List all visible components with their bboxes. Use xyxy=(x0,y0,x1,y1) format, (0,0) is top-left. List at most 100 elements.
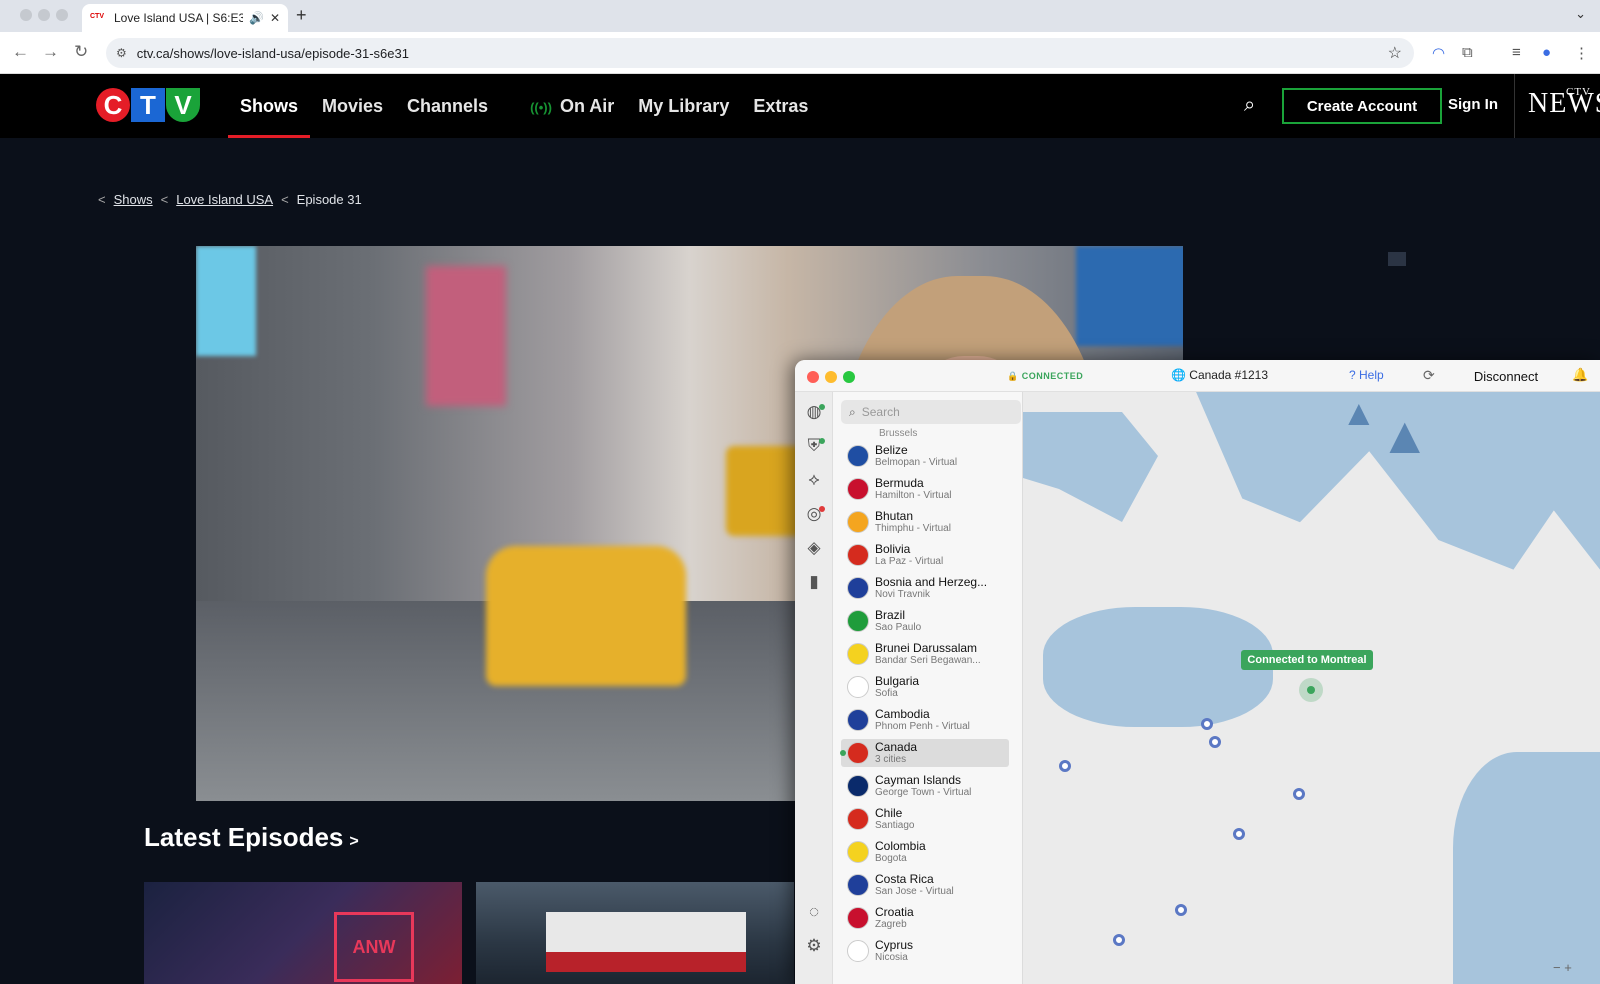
help-link[interactable]: ? Help xyxy=(1349,368,1384,382)
server-location-dot[interactable] xyxy=(1175,904,1187,916)
ctv-news-logo[interactable]: CTVNEWS xyxy=(1528,86,1600,120)
country-item[interactable]: Bulgaria Sofia xyxy=(841,673,1009,701)
country-text: Cyprus Nicosia xyxy=(875,938,913,964)
breadcrumb-shows[interactable]: Shows xyxy=(114,192,153,207)
vpn-sidebar-rail: ◍ ⛨ ⟡ ◎ ◈ ▮ ◌ ⚙ xyxy=(795,392,833,984)
world-map[interactable]: ▲ ▲ Connected to Montreal − + xyxy=(1023,392,1600,984)
window-minimize-button[interactable] xyxy=(38,9,50,21)
window-zoom-button[interactable] xyxy=(56,9,68,21)
server-name[interactable]: 🌐 Canada #1213 xyxy=(1171,368,1268,382)
nav-movies[interactable]: Movies xyxy=(310,74,395,138)
episode-thumbnail[interactable]: ANW xyxy=(144,882,462,984)
tab-search-icon[interactable]: ⌄ xyxy=(1575,6,1586,22)
country-item[interactable]: Cyprus Nicosia xyxy=(841,937,1009,965)
episode-thumbnail[interactable] xyxy=(476,882,794,984)
country-item[interactable]: Canada 3 cities xyxy=(840,739,1009,767)
vpn-titlebar: 🔒 CONNECTED 🌐 Canada #1213 ? Help ⟳ Disc… xyxy=(795,360,1600,392)
flag-icon xyxy=(847,841,869,863)
forward-icon[interactable]: → xyxy=(42,42,59,62)
country-city: Bogota xyxy=(875,852,907,864)
nav-my-library[interactable]: My Library xyxy=(626,74,741,138)
server-location-dot[interactable] xyxy=(1209,736,1221,748)
settings-gear-icon[interactable]: ⚙ xyxy=(804,936,824,956)
latest-episodes-heading[interactable]: Latest Episodes > xyxy=(144,822,359,853)
refresh-icon[interactable]: ⟳ xyxy=(1423,367,1435,384)
extensions-icon[interactable]: ⧉ xyxy=(1462,44,1473,61)
media-control-icon[interactable]: ≡ xyxy=(1512,44,1521,61)
nav-extras[interactable]: Extras xyxy=(741,74,820,138)
server-location-dot[interactable] xyxy=(1059,760,1071,772)
nav-channels[interactable]: Channels xyxy=(395,74,500,138)
stats-icon[interactable]: ▮ xyxy=(804,572,824,592)
map-zoom-controls[interactable]: − + xyxy=(1553,960,1572,975)
broadcast-icon: ((•)) xyxy=(530,100,552,115)
window-close-button[interactable] xyxy=(20,9,32,21)
country-text: Croatia Zagreb xyxy=(875,905,914,931)
server-location-dot[interactable] xyxy=(1113,934,1125,946)
breadcrumb-love-island[interactable]: Love Island USA xyxy=(176,192,273,207)
browser-menu-icon[interactable]: ⋮ xyxy=(1574,44,1589,62)
country-item[interactable]: Bosnia and Herzeg... Novi Travnik xyxy=(841,574,1009,602)
search-icon[interactable]: ⌕ xyxy=(1244,94,1255,117)
ctv-logo[interactable]: C T V xyxy=(96,88,200,122)
country-item[interactable]: Cayman Islands George Town - Virtual xyxy=(841,772,1009,800)
country-item[interactable]: Brunei Darussalam Bandar Seri Begawan... xyxy=(841,640,1009,668)
meshnet-icon[interactable]: ⟡ xyxy=(804,470,824,490)
country-item[interactable]: Bolivia La Paz - Virtual xyxy=(841,541,1009,569)
country-name: Brazil xyxy=(875,607,906,622)
back-icon[interactable]: ← xyxy=(12,42,29,62)
country-city: Santiago xyxy=(875,819,915,831)
create-account-button[interactable]: Create Account xyxy=(1282,88,1442,124)
new-tab-button[interactable]: + xyxy=(296,5,307,26)
bookmark-star-icon[interactable]: ☆ xyxy=(1388,43,1402,63)
site-info-icon[interactable]: ⚙ xyxy=(116,46,127,60)
vpn-close-button[interactable] xyxy=(807,371,819,383)
vpn-zoom-button[interactable] xyxy=(843,371,855,383)
country-item[interactable]: Brazil Sao Paulo xyxy=(841,607,1009,635)
country-item[interactable]: Belize Belmopan - Virtual xyxy=(841,442,1009,470)
country-city: Zagreb xyxy=(875,918,907,930)
logo-letter-v: V xyxy=(166,88,200,122)
connected-location-pin[interactable] xyxy=(1299,678,1323,702)
browser-tab[interactable]: CTV Love Island USA | S6:E31 | 🔊 ✕ xyxy=(82,4,288,32)
vpn-extension-icon[interactable]: ◠ xyxy=(1432,44,1445,62)
chat-icon[interactable]: ◌ xyxy=(804,902,824,922)
video-billboard xyxy=(426,266,506,406)
close-tab-icon[interactable]: ✕ xyxy=(270,11,280,25)
vpn-minimize-button[interactable] xyxy=(825,371,837,383)
country-item[interactable]: Colombia Bogota xyxy=(841,838,1009,866)
breadcrumb-separator: < xyxy=(98,192,106,207)
profile-avatar-icon[interactable]: ● xyxy=(1542,44,1551,61)
server-location-dot[interactable] xyxy=(1293,788,1305,800)
flag-icon xyxy=(847,445,869,467)
country-search-input[interactable]: ⌕ Search xyxy=(841,400,1021,424)
nav-shows[interactable]: Shows xyxy=(228,74,311,138)
country-name: Canada xyxy=(875,739,918,754)
flag-icon xyxy=(847,907,869,929)
server-location-dot[interactable] xyxy=(1201,718,1213,730)
disconnect-button[interactable]: Disconnect xyxy=(1455,364,1557,388)
country-text: Bolivia La Paz - Virtual xyxy=(875,541,943,568)
country-item[interactable]: Croatia Zagreb xyxy=(841,904,1009,932)
speaker-icon[interactable]: 🔊 xyxy=(249,11,264,25)
country-item[interactable]: Bhutan Thimphu - Virtual xyxy=(841,508,1009,536)
url-bar[interactable]: ⚙ ctv.ca/shows/love-island-usa/episode-3… xyxy=(106,38,1414,68)
country-item[interactable]: Cambodia Phnom Penh - Virtual xyxy=(841,706,1009,734)
flag-icon xyxy=(847,742,869,764)
url-text: ctv.ca/shows/love-island-usa/episode-31-… xyxy=(136,45,409,61)
sign-in-link[interactable]: Sign In xyxy=(1448,96,1498,113)
video-billboard xyxy=(196,246,256,356)
country-name: Bosnia and Herzeg... xyxy=(875,574,988,589)
layers-icon[interactable]: ◈ xyxy=(804,538,824,558)
reload-icon[interactable]: ↻ xyxy=(74,42,88,62)
notification-bell-icon[interactable]: 🔔 xyxy=(1572,367,1588,383)
flag-icon xyxy=(847,808,869,830)
server-location-dot[interactable] xyxy=(1233,828,1245,840)
country-item[interactable]: Bermuda Hamilton - Virtual xyxy=(841,475,1009,503)
country-name: Bolivia xyxy=(875,541,911,556)
country-name: Chile xyxy=(875,805,903,820)
status-dot xyxy=(819,404,825,410)
country-item[interactable]: Chile Santiago xyxy=(841,805,1009,833)
nav-on-air[interactable]: ((•)) On Air xyxy=(518,74,626,138)
country-item[interactable]: Costa Rica San Jose - Virtual xyxy=(841,871,1009,899)
